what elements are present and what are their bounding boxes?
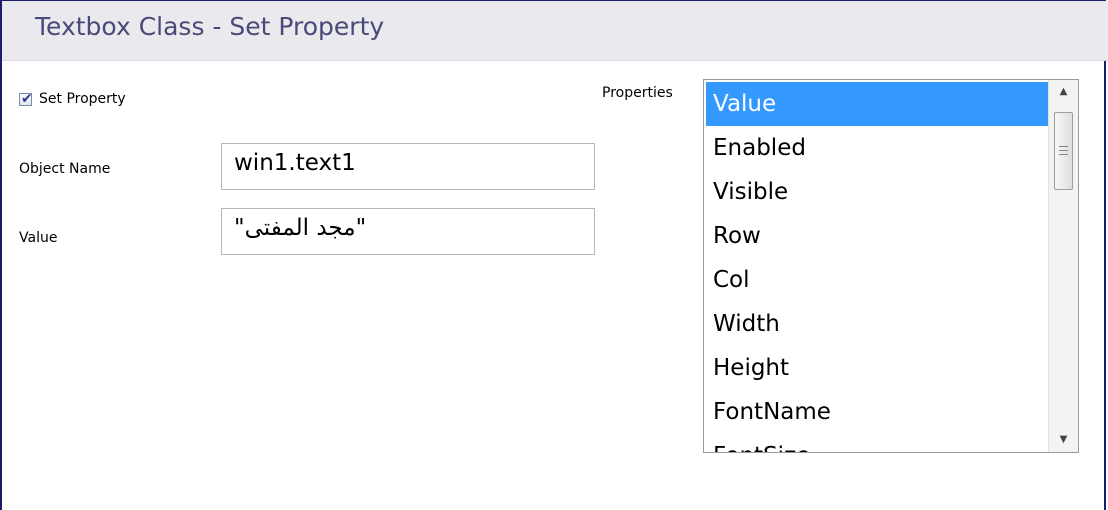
checkmark-icon: ✔ (21, 91, 33, 107)
list-item-width[interactable]: Width (706, 302, 1048, 346)
list-item-enabled[interactable]: Enabled (706, 126, 1048, 170)
list-item-value[interactable]: Value (706, 82, 1048, 126)
list-item-height[interactable]: Height (706, 346, 1048, 390)
scrollbar-thumb[interactable] (1054, 112, 1073, 190)
set-property-checkbox[interactable]: ✔ (19, 91, 33, 107)
list-item-row[interactable]: Row (706, 214, 1048, 258)
list-item-fontname[interactable]: FontName (706, 390, 1048, 434)
grip-line (1059, 154, 1068, 155)
value-field[interactable]: "مجد المفتى" (221, 208, 595, 255)
grip-line (1059, 146, 1068, 147)
grip-line (1059, 150, 1068, 151)
list-item-visible[interactable]: Visible (706, 170, 1048, 214)
set-property-label[interactable]: Set Property (39, 91, 126, 107)
object-name-field[interactable]: win1.text1 (221, 143, 595, 190)
list-item-col[interactable]: Col (706, 258, 1048, 302)
object-name-label: Object Name (19, 161, 111, 177)
value-label: Value (19, 230, 58, 246)
properties-label: Properties (602, 85, 673, 101)
arrow-up-icon[interactable]: ▲ (1049, 80, 1078, 104)
page-title: Textbox Class - Set Property (35, 12, 385, 41)
listbox-scrollbar[interactable]: ▲ ▼ (1048, 80, 1078, 452)
properties-listbox[interactable]: Value Enabled Visible Row Col Width Heig… (703, 79, 1079, 453)
properties-items: Value Enabled Visible Row Col Width Heig… (706, 82, 1048, 452)
header-bar: Textbox Class - Set Property (2, 1, 1108, 61)
list-item-fontsize[interactable]: FontSize (706, 434, 1048, 452)
arrow-down-icon[interactable]: ▼ (1049, 428, 1078, 452)
